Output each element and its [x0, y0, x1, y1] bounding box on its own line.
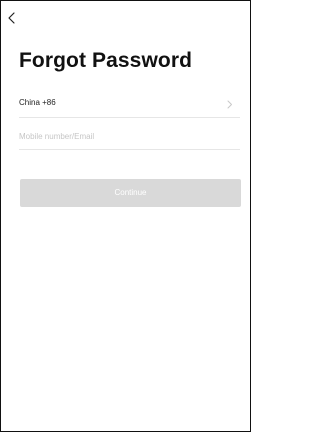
- continue-button[interactable]: Continue: [20, 179, 241, 207]
- country-code-label: China +86: [19, 98, 56, 107]
- country-code-selector[interactable]: China +86: [19, 91, 240, 118]
- forgot-password-screen: Forgot Password China +86 Continue: [0, 0, 251, 432]
- page-title: Forgot Password: [19, 49, 193, 72]
- mobile-email-input[interactable]: [19, 124, 240, 148]
- chevron-right-icon: [227, 100, 233, 109]
- account-field-container: [19, 124, 240, 150]
- back-button[interactable]: [7, 11, 21, 29]
- chevron-left-icon: [7, 11, 21, 25]
